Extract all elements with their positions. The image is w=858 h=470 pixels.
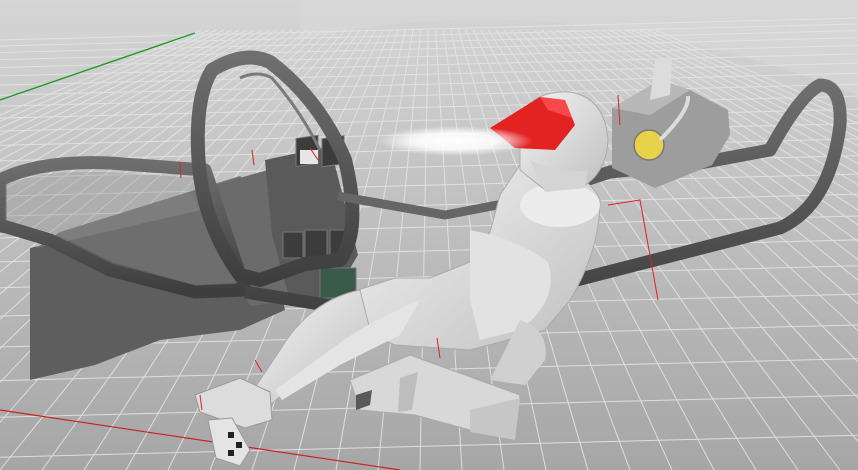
3d-viewport[interactable]	[0, 0, 858, 470]
pedal-bolt	[228, 432, 234, 438]
gauge-dial[interactable]	[633, 129, 665, 161]
pedal-bolt	[228, 450, 234, 456]
display-screen[interactable]	[304, 229, 328, 259]
visor-glow	[377, 126, 533, 156]
hud-glass	[300, 150, 318, 164]
pedal-bolt	[236, 442, 242, 448]
viewport-canvas[interactable]	[0, 0, 858, 470]
display-screen[interactable]	[282, 231, 304, 259]
